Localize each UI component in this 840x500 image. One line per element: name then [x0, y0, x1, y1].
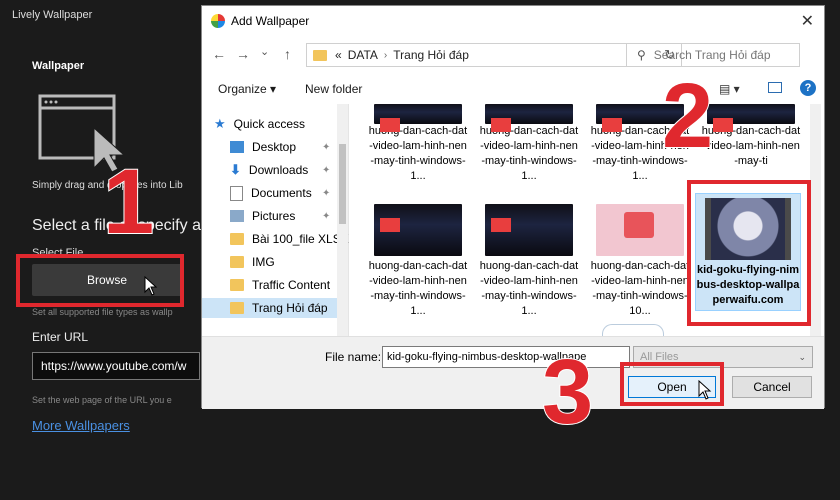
folder-icon	[230, 256, 244, 268]
url-input[interactable]: https://www.youtube.com/w	[32, 352, 200, 380]
pin-icon: ✦	[322, 210, 331, 222]
search-icon: ⚲	[637, 48, 646, 62]
cursor-icon	[144, 276, 158, 296]
file-thumbnail-partial	[602, 324, 664, 336]
document-icon	[230, 185, 243, 201]
annotation-box-browse	[16, 254, 184, 307]
file-item[interactable]: huong-dan-cach-dat-video-lam-hinh-nen-ma…	[479, 204, 579, 319]
file-item[interactable]: huong-dan-cach-dat-video-lam-hinh-nen-ma…	[590, 204, 690, 319]
star-icon: ★	[214, 116, 226, 131]
new-folder-button[interactable]: New folder	[305, 82, 362, 96]
sidebar-item-label: Bài 100_file XLSX	[252, 232, 349, 246]
sidebar-item-img[interactable]: IMG	[230, 252, 275, 272]
folder-icon	[313, 49, 327, 61]
enter-url-label: Enter URL	[32, 330, 89, 344]
chevron-down-icon: ⌄	[798, 351, 806, 362]
up-icon[interactable]: ↑	[284, 46, 291, 62]
file-thumbnail	[374, 204, 462, 256]
breadcrumb-current[interactable]: Trang Hỏi đáp	[393, 48, 469, 62]
view-options-icon[interactable]: ▤ ▾	[719, 82, 740, 96]
folder-icon	[230, 302, 244, 314]
dialog-footer: File name: kid-goku-flying-nimbus-deskto…	[202, 336, 824, 409]
file-thumbnail	[485, 204, 573, 256]
sidebar-item-label: Quick access	[233, 117, 306, 131]
back-icon[interactable]: ←	[212, 46, 226, 62]
step-number-1: 1	[102, 151, 155, 253]
section-title: Wallpaper	[32, 60, 85, 72]
file-name: huong-dan-cach-dat-video-lam-hinh-nen-ma…	[479, 260, 579, 317]
file-item[interactable]: huong-dan-cach-dat-video-lam-hinh-nen-ma…	[368, 204, 468, 319]
step-number-2: 2	[661, 65, 714, 167]
sidebar-item-traffic-content[interactable]: Traffic Content	[230, 275, 330, 295]
sidebar-item-desktop[interactable]: Desktop ✦	[230, 137, 330, 157]
url-help-text: Set the web page of the URL you e	[32, 395, 172, 405]
sidebar-item-downloads[interactable]: ⬇ Downloads ✦	[230, 160, 330, 180]
file-item[interactable]: huong-dan-cach-dat-video-lam-hinh-nen-ma…	[368, 104, 468, 184]
file-name: huong-dan-cach-dat-video-lam-hinh-nen-ma…	[590, 260, 690, 317]
forward-icon[interactable]: →	[236, 46, 250, 62]
help-icon[interactable]: ?	[800, 80, 816, 96]
pictures-icon	[230, 210, 244, 222]
sidebar-item-label: Traffic Content	[252, 278, 331, 292]
folder-icon	[230, 279, 244, 291]
file-thumbnail	[707, 104, 795, 132]
file-thumbnail	[374, 104, 462, 132]
navigation-bar: ← → ⌄ ↑ « DATA › Trang Hỏi đáp ↻ ⚲ Searc…	[202, 40, 824, 70]
file-item[interactable]: huong-dan-cach-dat-video-lam-hinh-nen-ma…	[479, 104, 579, 184]
sidebar-item-trang-hoi-dap[interactable]: Trang Hỏi đáp	[202, 298, 348, 318]
search-box[interactable]: ⚲ Search Trang Hỏi đáp	[626, 43, 800, 67]
pin-icon: ✦	[322, 141, 331, 153]
pin-icon: ✦	[322, 164, 331, 176]
scrollbar-thumb[interactable]	[339, 144, 346, 224]
desktop-icon	[230, 141, 244, 153]
file-name: huong-dan-cach-dat-video-lam-hinh-nen-ma…	[368, 125, 468, 182]
sidebar-item-label: Desktop	[252, 140, 297, 154]
window-title: Lively Wallpaper	[12, 9, 93, 21]
folder-icon	[230, 233, 244, 245]
sidebar-item-documents[interactable]: Documents ✦	[230, 183, 330, 203]
nav-scrollbar[interactable]	[337, 104, 348, 336]
file-item[interactable]: huong-dan-cach-dat-video-lam-hinh-nen-ma…	[701, 104, 801, 169]
file-name: huong-dan-cach-dat-video-lam-hinh-nen-ma…	[368, 260, 468, 317]
annotation-box-file	[687, 180, 811, 326]
cancel-button[interactable]: Cancel	[732, 376, 812, 398]
chevron-right-icon: ›	[383, 49, 388, 61]
cursor-icon	[698, 380, 712, 400]
recent-dropdown-icon[interactable]: ⌄	[260, 45, 269, 58]
sidebar-item-label: Documents	[251, 186, 312, 200]
sidebar-item-bai100[interactable]: Bài 100_file XLSX	[230, 229, 349, 249]
app-icon	[211, 14, 225, 28]
organize-button[interactable]: Organize ▾	[218, 82, 276, 96]
sidebar-item-label: IMG	[252, 255, 275, 269]
sidebar-item-pictures[interactable]: Pictures ✦	[230, 206, 330, 226]
dialog-titlebar: Add Wallpaper ✕	[202, 6, 824, 36]
sidebar-item-label: Trang Hỏi đáp	[252, 301, 328, 315]
step-number-3: 3	[541, 341, 594, 443]
dialog-title: Add Wallpaper	[231, 14, 310, 28]
file-thumbnail	[485, 104, 573, 132]
filetypes-hint: Set all supported file types as wallp	[32, 307, 173, 317]
sidebar-item-label: Downloads	[248, 163, 309, 177]
navigation-pane: ★ Quick access Desktop ✦ ⬇ Downloads ✦ D…	[202, 104, 349, 336]
sidebar-item-label: Pictures	[252, 209, 296, 223]
breadcrumb-prefix: «	[335, 48, 342, 62]
command-bar: Organize ▾ New folder ▤ ▾ ?	[202, 76, 824, 102]
search-placeholder: Search Trang Hỏi đáp	[653, 48, 771, 62]
file-name: huong-dan-cach-dat-video-lam-hinh-nen-ma…	[479, 125, 579, 182]
pin-icon: ✦	[322, 187, 331, 199]
sidebar-item-quick-access[interactable]: ★ Quick access	[214, 114, 305, 134]
close-icon[interactable]: ✕	[801, 11, 814, 31]
download-icon: ⬇	[230, 162, 241, 177]
file-thumbnail	[596, 204, 684, 256]
file-name-label: File name:	[325, 350, 382, 364]
files-scrollbar[interactable]	[810, 104, 821, 336]
more-wallpapers-link[interactable]: More Wallpapers	[32, 418, 130, 433]
breadcrumb-data[interactable]: DATA	[348, 48, 378, 62]
preview-pane-icon[interactable]	[768, 82, 782, 93]
